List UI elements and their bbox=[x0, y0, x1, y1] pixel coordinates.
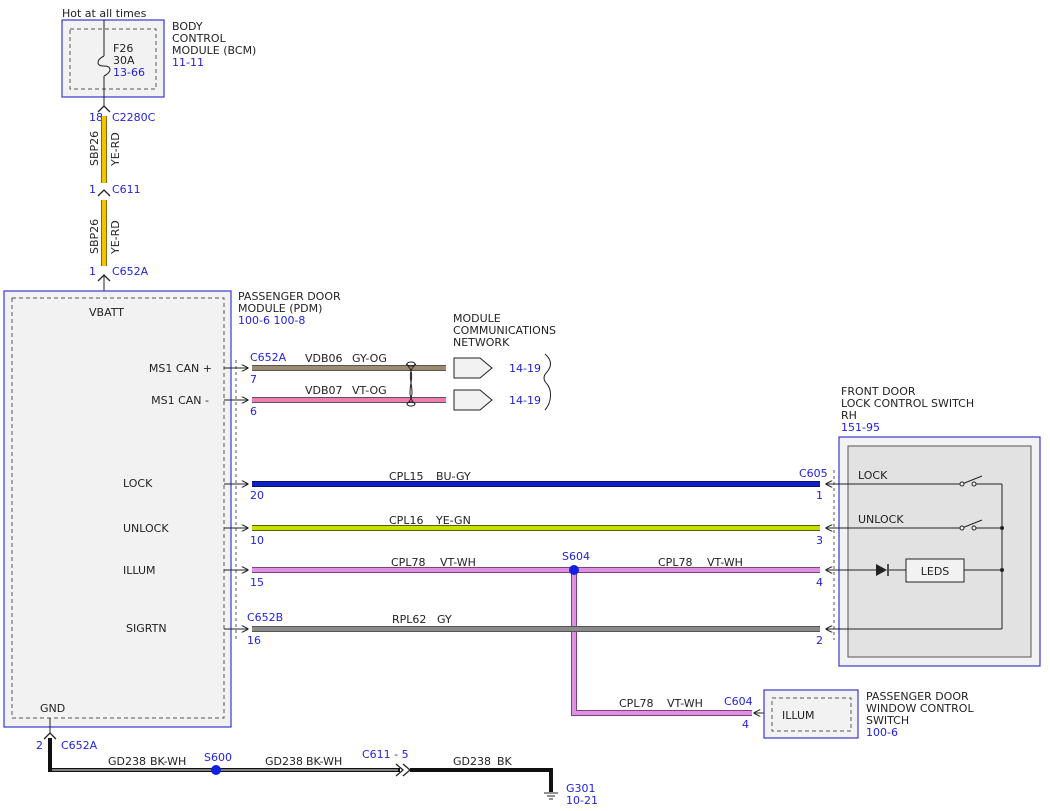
wire-cpl16-color: YE-GN bbox=[435, 514, 471, 527]
switch-title-line2: LOCK CONTROL SWITCH bbox=[841, 397, 974, 410]
window-switch-ref[interactable]: 100-6 bbox=[866, 726, 898, 739]
pin-1-c652a-label: 1 bbox=[89, 265, 96, 278]
connector-c605-label: C605 bbox=[799, 467, 828, 480]
gnd-wire2-color: BK-WH bbox=[306, 755, 342, 768]
window-wire-color: VT-WH bbox=[667, 697, 703, 710]
hot-at-all-times-label: Hot at all times bbox=[62, 7, 147, 20]
switch-lock-label: LOCK bbox=[858, 469, 888, 482]
wire-sbp26-circuit-2: SBP26 bbox=[88, 219, 101, 254]
connector-c604-label: C604 bbox=[724, 695, 753, 708]
wire-cpl16-circuit: CPL16 bbox=[389, 514, 423, 527]
pdm-vbatt-label: VBATT bbox=[89, 306, 124, 319]
can-minus-ref[interactable]: 14-19 bbox=[509, 394, 541, 407]
unlock-pin-right: 3 bbox=[816, 534, 823, 547]
wire-vdb07-circuit: VDB07 bbox=[305, 384, 343, 397]
unlock-switch-contact-2-icon bbox=[971, 525, 977, 531]
pdm-pin-sigrtn: SIGRTN bbox=[126, 622, 167, 635]
pdm-pin-unlock: UNLOCK bbox=[123, 522, 169, 535]
lock-pin-left: 20 bbox=[250, 489, 264, 502]
can-plus-pin: 7 bbox=[250, 373, 257, 386]
pdm-pin-lock: LOCK bbox=[123, 477, 153, 490]
unlock-pin-left: 10 bbox=[250, 534, 264, 547]
pdm-refs: 100-6 100-8 bbox=[238, 314, 305, 327]
wire-vdb06-circuit: VDB06 bbox=[305, 352, 343, 365]
splice-s600-dot bbox=[211, 765, 221, 775]
connector-c611-label: C611 bbox=[112, 183, 141, 196]
wire-sbp26-color-1: YE-RD bbox=[109, 132, 122, 167]
fuse-ref: 13-66 bbox=[113, 66, 145, 79]
wire-vdb06-color: GY-OG bbox=[352, 352, 387, 365]
switch-unlock-label: UNLOCK bbox=[858, 513, 904, 526]
gnd-connector-label: C652A bbox=[61, 739, 98, 752]
gnd-wire1-circuit: GD238 bbox=[108, 755, 146, 768]
can-plus-ref[interactable]: 14-19 bbox=[509, 362, 541, 375]
pin-18-label: 18 bbox=[89, 111, 103, 124]
wire-cpl78-color-left: VT-WH bbox=[440, 556, 476, 569]
ground-symbol-icon bbox=[544, 792, 558, 800]
pdm-gnd-label: GND bbox=[40, 702, 65, 715]
splice-s604-label: S604 bbox=[562, 550, 590, 563]
illum-pin-left: 15 bbox=[250, 576, 264, 589]
lock-switch-contact-icon bbox=[959, 481, 965, 487]
splice-s600-label: S600 bbox=[204, 751, 232, 764]
network-title-line3: NETWORK bbox=[453, 336, 510, 349]
wire-cpl78-branch bbox=[571, 570, 752, 716]
pdm-pin-ms1-can-minus: MS1 CAN - bbox=[151, 394, 209, 407]
wire-gd238-bk bbox=[410, 768, 553, 792]
window-switch-pin: 4 bbox=[742, 718, 749, 731]
wire-sbp26-circuit-1: SBP26 bbox=[88, 131, 101, 166]
wire-cpl78-circuit-right: CPL78 bbox=[658, 556, 692, 569]
pin-1-c611-label: 1 bbox=[89, 183, 96, 196]
gnd-pin-label: 2 bbox=[36, 739, 43, 752]
network-brace-icon bbox=[543, 353, 551, 411]
can-minus-pin: 6 bbox=[250, 405, 257, 418]
pdm-pin-illum: ILLUM bbox=[123, 564, 156, 577]
network-connector-can-plus-icon bbox=[453, 357, 493, 379]
connector-c652a-can-label: C652A bbox=[250, 351, 287, 364]
pdm-pin-ms1-can-plus: MS1 CAN + bbox=[149, 362, 212, 375]
lock-pin-right: 1 bbox=[816, 489, 823, 502]
connector-c2280c-label: C2280C bbox=[112, 111, 156, 124]
lock-switch-contact-2-icon bbox=[971, 481, 977, 487]
connector-c652a-top-label: C652A bbox=[112, 265, 149, 278]
ground-ref[interactable]: 10-21 bbox=[566, 794, 598, 807]
switch-ref[interactable]: 151-95 bbox=[841, 421, 880, 434]
connector-c611-chevron-icon bbox=[97, 189, 111, 197]
gnd-wire1-color: BK-WH bbox=[150, 755, 186, 768]
pdm-outer-box bbox=[3, 290, 232, 728]
splice-s604-dot bbox=[569, 565, 579, 575]
wire-cpl78-circuit-left: CPL78 bbox=[391, 556, 425, 569]
bcm-ref: 11-11 bbox=[172, 56, 204, 69]
c611-5-connector-icon-2 bbox=[402, 763, 411, 777]
sigrtn-pin-left: 16 bbox=[247, 634, 261, 647]
wire-cpl15-circuit: CPL15 bbox=[389, 470, 423, 483]
connector-c611-5-label: C611 - 5 bbox=[362, 748, 409, 761]
wire-cpl78-color-right: VT-WH bbox=[707, 556, 743, 569]
leds-label: LEDS bbox=[921, 565, 950, 578]
network-connector-can-minus-icon bbox=[453, 389, 493, 411]
wiring-diagram-canvas: Hot at all times BODY CONTROL MODULE (BC… bbox=[0, 0, 1050, 811]
wire-sbp26-color-2: YE-RD bbox=[109, 220, 122, 255]
gnd-wire3-color: BK bbox=[497, 755, 513, 768]
illum-pin-right: 4 bbox=[816, 576, 823, 589]
window-wire-circuit: CPL78 bbox=[619, 697, 653, 710]
wire-vdb07-color: VT-OG bbox=[352, 384, 387, 397]
wire-rpl62-color: GY bbox=[437, 613, 452, 626]
wiring-diagram: Hot at all times BODY CONTROL MODULE (BC… bbox=[3, 7, 1041, 807]
wire-rpl62-circuit: RPL62 bbox=[392, 613, 426, 626]
window-switch-illum-label: ILLUM bbox=[782, 709, 815, 722]
switch-junction-dot-2 bbox=[1000, 568, 1004, 572]
gnd-wire3-circuit: GD238 bbox=[453, 755, 491, 768]
gnd-wire2-circuit: GD238 bbox=[265, 755, 303, 768]
connector-c652b-label: C652B bbox=[247, 611, 283, 624]
switch-junction-dot-1 bbox=[1000, 526, 1004, 530]
wire-cpl15-color: BU-GY bbox=[436, 470, 471, 483]
unlock-switch-contact-icon bbox=[959, 525, 965, 531]
sigrtn-pin-right: 2 bbox=[816, 634, 823, 647]
